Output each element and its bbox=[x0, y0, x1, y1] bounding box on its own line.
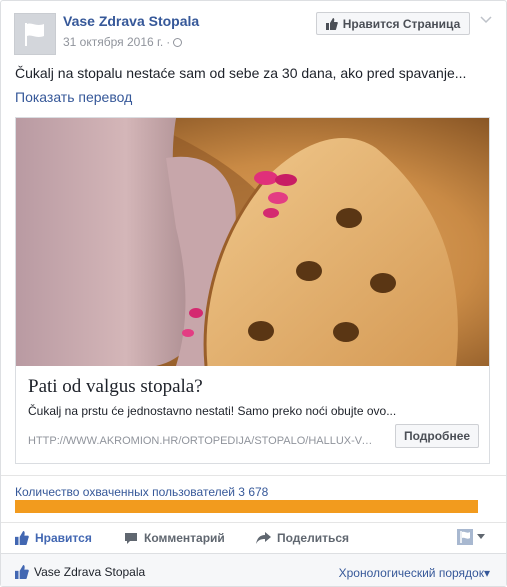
divider bbox=[1, 522, 506, 523]
see-translation-link[interactable]: Показать перевод bbox=[15, 89, 132, 105]
post-text: Čukalj na stopalu nestaće sam od sebe za… bbox=[15, 65, 467, 81]
chevron-down-icon[interactable] bbox=[480, 13, 492, 25]
attachment-title[interactable]: Pati od valgus stopala? bbox=[28, 376, 203, 398]
caret-down-icon bbox=[477, 534, 485, 539]
reach-bar bbox=[15, 500, 478, 513]
comment-button[interactable]: Комментарий bbox=[124, 529, 225, 547]
share-button[interactable]: Поделиться bbox=[256, 529, 349, 547]
globe-icon bbox=[173, 38, 183, 47]
footer-page-name: Vase Zdrava Stopala bbox=[34, 565, 146, 579]
page-avatar-small-icon bbox=[457, 529, 473, 545]
attachment-domain: HTTP://WWW.AKROMION.HR/ORTOPEDIJA/STOPAL… bbox=[28, 435, 376, 447]
comment-label: Комментарий bbox=[144, 531, 225, 545]
attachment-image[interactable] bbox=[16, 118, 489, 366]
caret-down-icon: ▾ bbox=[483, 566, 490, 580]
like-label: Нравится bbox=[35, 531, 92, 545]
page-avatar[interactable] bbox=[14, 13, 56, 55]
comment-footer: Vase Zdrava Stopala Хронологический поря… bbox=[1, 553, 506, 586]
divider bbox=[1, 475, 506, 476]
foot-bath-photo bbox=[16, 118, 489, 366]
like-page-button[interactable]: Нравится Страница bbox=[316, 12, 470, 35]
share-icon bbox=[256, 532, 271, 544]
comment-icon bbox=[125, 532, 137, 544]
reach-bar-fill bbox=[15, 500, 478, 513]
meta-separator: · bbox=[166, 35, 171, 49]
comment-order-label: Хронологический порядок bbox=[338, 566, 484, 580]
share-audience-menu[interactable] bbox=[457, 528, 489, 546]
thumbs-up-icon bbox=[325, 17, 338, 30]
like-page-label: Нравится Страница bbox=[342, 16, 461, 31]
post-date[interactable]: 31 октября 2016 г. bbox=[63, 35, 163, 49]
reach-label[interactable]: Количество охваченных пользователей 3 67… bbox=[15, 485, 268, 499]
thumbs-up-icon bbox=[15, 565, 29, 579]
comment-as-page[interactable]: Vase Zdrava Stopala bbox=[15, 565, 145, 579]
post-card: Vase Zdrava Stopala 31 октября 2016 г. · … bbox=[0, 0, 507, 587]
thumbs-up-icon bbox=[15, 531, 29, 545]
flag-icon bbox=[25, 23, 44, 46]
page-name-link[interactable]: Vase Zdrava Stopala bbox=[63, 13, 199, 29]
link-attachment[interactable]: Pati od valgus stopala? Čukalj na prstu … bbox=[15, 117, 490, 464]
like-button[interactable]: Нравится bbox=[15, 529, 92, 547]
comment-order-dropdown[interactable]: Хронологический порядок▾ bbox=[339, 566, 490, 580]
learn-more-button[interactable]: Подробнее bbox=[395, 424, 479, 448]
share-label: Поделиться bbox=[277, 531, 350, 545]
post-meta: 31 октября 2016 г. · bbox=[63, 35, 183, 49]
attachment-description: Čukalj na prstu će jednostavno nestati! … bbox=[28, 404, 397, 418]
